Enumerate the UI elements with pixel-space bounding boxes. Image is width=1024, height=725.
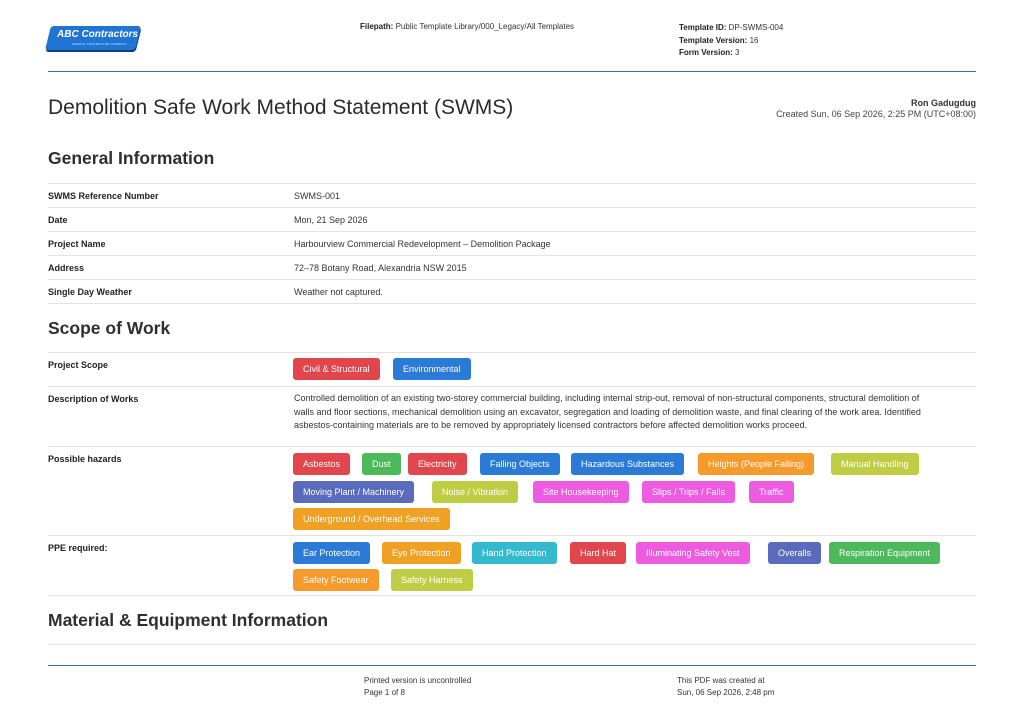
- description-text: Controlled demolition of an existing two…: [294, 392, 978, 433]
- ppe-tag-safety-harness: Safety Harness: [391, 569, 473, 591]
- table-row: Date Mon, 21 Sep 2026: [48, 207, 976, 231]
- ppe-tag-eye-protection: Eye Protection: [382, 542, 461, 564]
- page-footer: Printed version is uncontrolled Page 1 o…: [48, 665, 976, 697]
- template-id-value: DP-SWMS-004: [728, 23, 784, 32]
- field-label: Date: [48, 215, 68, 225]
- hazard-tag-traffic: Traffic: [749, 481, 794, 503]
- company-logo: ABC Contractors SAMPLE CONTRACTOR COMPAN…: [45, 26, 141, 52]
- template-version-label: Template Version:: [679, 35, 748, 45]
- hazard-tag-falling-objects: Falling Objects: [480, 453, 560, 475]
- table-row: Project Name Harbourview Commercial Rede…: [48, 231, 976, 255]
- hazards-row: Possible hazards Asbestos Dust Electrici…: [48, 446, 976, 535]
- filepath-label: Filepath:: [360, 22, 394, 31]
- ppe-tag-overalls: Overalls: [768, 542, 822, 564]
- hazard-tag-electricity: Electricity: [408, 453, 467, 475]
- field-label: Address: [48, 263, 85, 273]
- filepath-value: Public Template Library/000_Legacy/All T…: [395, 22, 575, 31]
- field-value: Weather not captured.: [294, 287, 383, 297]
- field-label: SWMS Reference Number: [48, 191, 159, 201]
- description-line: walls and floor sections, mechanical dem…: [294, 406, 921, 417]
- hazards-label: Possible hazards: [48, 454, 122, 464]
- page-header: ABC Contractors SAMPLE CONTRACTOR COMPAN…: [45, 0, 976, 72]
- field-label: Single Day Weather: [48, 287, 132, 297]
- footer-right: This PDF was created at Sun, 06 Sep 2026…: [677, 675, 774, 699]
- hazard-tag-site-housekeeping: Site Housekeeping: [533, 481, 629, 503]
- project-scope-row: Project Scope Civil & Structural Environ…: [48, 352, 976, 386]
- table-row: SWMS Reference Number SWMS-001: [48, 183, 976, 207]
- template-version-value: 16: [749, 35, 759, 45]
- logo-text: ABC Contractors: [57, 29, 139, 40]
- footer-left: Printed version is uncontrolled Page 1 o…: [364, 675, 471, 699]
- hazard-tag-underground-overhead: Underground / Overhead Services: [293, 508, 450, 530]
- created-timestamp: Created Sun, 06 Sep 2026, 2:25 PM (UTC+0…: [776, 109, 976, 119]
- template-id-label: Template ID:: [679, 23, 727, 32]
- uncontrolled-notice: Printed version is uncontrolled: [364, 676, 472, 685]
- ppe-tag-hard-hat: Hard Hat: [570, 542, 627, 564]
- ppe-tag-illuminating-safety-vest: Illuminating Safety Vest: [636, 542, 750, 564]
- ppe-tag-hand-protection: Hand Protection: [472, 542, 557, 564]
- pdf-created-label: This PDF was created at: [677, 676, 765, 685]
- project-scope-label: Project Scope: [48, 360, 109, 370]
- ppe-label: PPE required:: [48, 543, 108, 553]
- scope-tag-environmental: Environmental: [393, 358, 471, 380]
- description-line: asbestos-containing materials are to be …: [294, 420, 808, 431]
- description-label: Description of Works: [48, 394, 139, 404]
- hazard-tag-slips-trips-falls: Slips / Trips / Falls: [642, 481, 736, 503]
- filepath: Filepath: Public Template Library/000_Le…: [360, 22, 574, 31]
- template-meta: Template ID: DP-SWMS-004 Template Versio…: [679, 22, 783, 60]
- field-value: SWMS-001: [294, 191, 341, 201]
- page-number: Page 1 of 8: [364, 688, 405, 697]
- ppe-tag-safety-footwear: Safety Footwear: [293, 569, 379, 591]
- description-row: Description of Works Controlled demoliti…: [48, 386, 976, 446]
- field-value: 72–78 Botany Road, Alexandria NSW 2015: [294, 263, 467, 273]
- ppe-row: PPE required: Ear Protection Eye Protect…: [48, 535, 976, 596]
- scope-tag-civil-structural: Civil & Structural: [293, 358, 380, 380]
- description-line: Controlled demolition of an existing two…: [294, 393, 920, 403]
- hazard-tag-noise-vibration: Noise / Vibration: [432, 481, 518, 503]
- hazard-tag-heights: Heights (People Falling): [698, 453, 815, 475]
- logo-subtext: SAMPLE CONTRACTOR COMPANY: [72, 42, 127, 46]
- ppe-tag-respiration-equipment: Respiration Equipment: [829, 542, 941, 564]
- ppe-tag-ear-protection: Ear Protection: [293, 542, 371, 564]
- scope-of-work-heading: Scope of Work: [48, 318, 171, 338]
- hazard-tag-asbestos: Asbestos: [293, 453, 351, 475]
- table-row: Single Day Weather Weather not captured.: [48, 279, 976, 304]
- form-version-value: 3: [735, 48, 740, 57]
- hazard-tag-moving-plant: Moving Plant / Machinery: [293, 481, 415, 503]
- pdf-created-value: Sun, 06 Sep 2026, 2:48 pm: [677, 688, 775, 697]
- author-block: Ron Gadugdug Created Sun, 06 Sep 2026, 2…: [776, 98, 976, 120]
- hazard-tag-dust: Dust: [362, 453, 401, 475]
- page-title: Demolition Safe Work Method Statement (S…: [48, 96, 514, 119]
- hazard-tag-manual-handling: Manual Handling: [831, 453, 919, 475]
- field-value: Mon, 21 Sep 2026: [294, 215, 368, 225]
- hazard-tag-hazardous-substances: Hazardous Substances: [571, 453, 685, 475]
- field-label: Project Name: [48, 239, 106, 249]
- author-name: Ron Gadugdug: [911, 98, 976, 108]
- section-divider: [48, 644, 976, 645]
- material-equipment-heading: Material & Equipment Information: [48, 610, 329, 630]
- general-information-heading: General Information: [48, 148, 215, 168]
- field-value: Harbourview Commercial Redevelopment – D…: [294, 239, 551, 249]
- form-version-label: Form Version:: [679, 48, 733, 57]
- table-row: Address 72–78 Botany Road, Alexandria NS…: [48, 255, 976, 279]
